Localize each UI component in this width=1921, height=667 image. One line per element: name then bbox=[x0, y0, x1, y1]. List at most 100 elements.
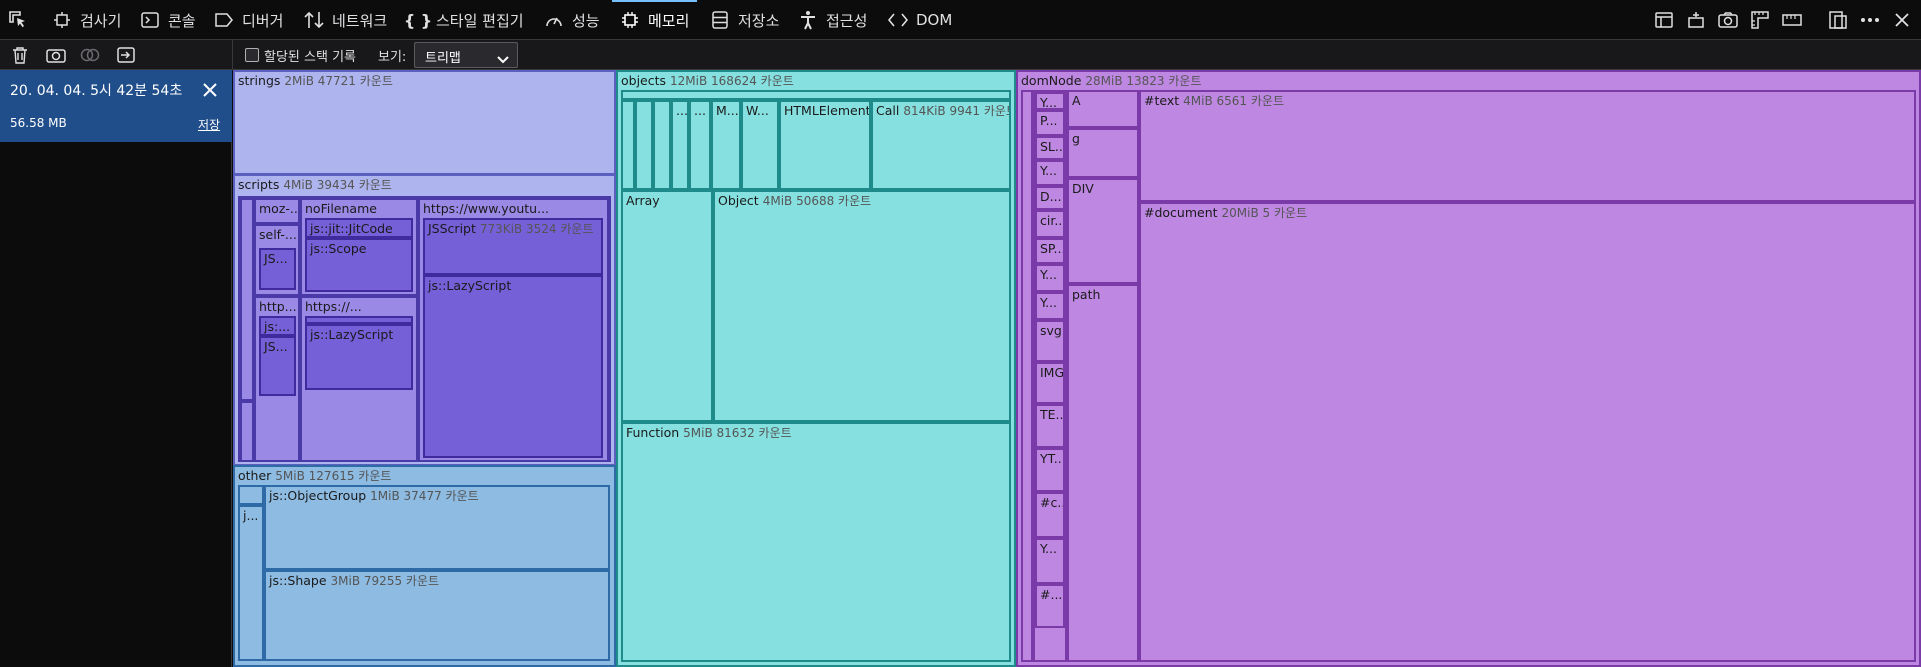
treemap-node-small[interactable] bbox=[1021, 90, 1033, 662]
treemap-node-scripts[interactable]: scripts 4MiB 39434 카운트 moz-... self-... … bbox=[233, 174, 616, 466]
close-icon[interactable] bbox=[202, 82, 218, 102]
treemap-node-small-dom[interactable]: YT... bbox=[1035, 448, 1065, 492]
treemap-node-path[interactable]: path bbox=[1067, 284, 1139, 662]
treemap-node-other[interactable]: other 5MiB 127615 카운트 j... js::ObjectGro… bbox=[233, 465, 616, 667]
treemap-node-small-dom[interactable]: Y... bbox=[1035, 160, 1065, 186]
treemap-node-small[interactable] bbox=[621, 100, 635, 190]
treemap-node-objects[interactable]: objects 12MiB 168624 카운트 ... ... M... W.… bbox=[616, 70, 1016, 667]
tab-label: 디버거 bbox=[242, 11, 284, 30]
treemap-node-scope[interactable]: js::Scope bbox=[305, 238, 413, 292]
treemap-node-small-dom[interactable]: svg bbox=[1035, 320, 1065, 362]
treemap-node-small-dom[interactable]: #... bbox=[1035, 584, 1065, 628]
treemap-node-lazyscript[interactable]: js::LazyScript bbox=[305, 324, 413, 390]
treemap-node-lazyscript[interactable]: js::LazyScript bbox=[423, 275, 603, 458]
tiny-column[interactable] bbox=[240, 198, 254, 401]
treemap-node-self[interactable]: self-... JS... bbox=[254, 224, 300, 296]
treemap-node-shape[interactable]: js::Shape 3MiB 79255 카운트 bbox=[264, 570, 610, 661]
treemap-node-small-dom[interactable]: Y... bbox=[1035, 292, 1065, 320]
tab-style-editor[interactable]: { } 스타일 편집기 bbox=[404, 0, 524, 40]
record-stacks-checkbox[interactable] bbox=[245, 48, 259, 62]
treemap-node-small-dom[interactable]: D... bbox=[1035, 186, 1065, 210]
treemap-node-small[interactable] bbox=[238, 485, 264, 505]
chevron-down-icon bbox=[497, 50, 509, 69]
import-snapshot-icon[interactable] bbox=[116, 45, 136, 65]
treemap-node-document[interactable]: #document 20MiB 5 카운트 bbox=[1139, 202, 1916, 662]
treemap-node-self-js[interactable]: JS... bbox=[259, 248, 296, 290]
treemap-node-small[interactable] bbox=[305, 316, 413, 324]
treemap-node-j[interactable]: j... bbox=[238, 505, 264, 661]
screenshot-icon[interactable] bbox=[1718, 10, 1738, 30]
tab-performance[interactable]: 성능 bbox=[544, 0, 600, 40]
treemap-node-a[interactable]: A bbox=[1067, 90, 1139, 128]
tab-debugger[interactable]: 디버거 bbox=[214, 0, 283, 40]
treemap-node-text[interactable]: #text 4MiB 6561 카운트 bbox=[1139, 90, 1916, 202]
treemap-node-moz[interactable]: moz-... bbox=[254, 198, 300, 224]
treemap-node-nofilename[interactable]: noFilename js::jit::JitCode js::Scope bbox=[300, 198, 418, 296]
treemap-node-div[interactable]: DIV bbox=[1067, 178, 1139, 284]
treemap-node-m[interactable]: M... bbox=[711, 100, 741, 190]
frame-select-icon[interactable] bbox=[1654, 10, 1674, 30]
treemap-node-object[interactable]: Object 4MiB 50688 카운트 bbox=[713, 190, 1011, 422]
tab-dom[interactable]: DOM bbox=[888, 0, 952, 40]
treemap-node-domnode[interactable]: domNode 28MiB 13823 카운트 Y... P... SL... Y..… bbox=[1016, 70, 1921, 667]
measure-icon[interactable] bbox=[1782, 10, 1802, 30]
treemap-node-https-short[interactable]: https://... js::LazyScript bbox=[300, 296, 418, 460]
tab-accessibility[interactable]: 접근성 bbox=[798, 0, 867, 40]
treemap-node-small-dom[interactable]: Y... bbox=[1035, 538, 1065, 584]
performance-icon bbox=[544, 10, 564, 30]
treemap-node-small-dom[interactable]: SP... bbox=[1035, 238, 1065, 264]
treemap-node-jitcode[interactable]: js::jit::JitCode bbox=[305, 218, 413, 238]
tab-inspector[interactable]: 검사기 bbox=[52, 0, 121, 40]
treemap-node-small-dom[interactable]: cir... bbox=[1035, 210, 1065, 238]
treemap-node-small-dom[interactable]: #c... bbox=[1035, 492, 1065, 538]
treemap-node-dots[interactable]: ... bbox=[689, 100, 711, 190]
take-snapshot-icon[interactable] bbox=[46, 45, 66, 65]
trash-icon[interactable] bbox=[10, 45, 30, 65]
treemap-node-small[interactable] bbox=[635, 100, 653, 190]
tab-storage[interactable]: 저장소 bbox=[710, 0, 779, 40]
treemap-node-http-js1[interactable]: js:... bbox=[259, 316, 296, 336]
treemap-node-small-dom[interactable]: IMG bbox=[1035, 362, 1065, 404]
treemap-node-w[interactable]: W... bbox=[741, 100, 779, 190]
rulers-icon[interactable] bbox=[1750, 10, 1770, 30]
node-label: Y... bbox=[1040, 95, 1058, 110]
treemap-node-dots[interactable]: ... bbox=[671, 100, 689, 190]
tiny-column[interactable] bbox=[240, 401, 254, 460]
treemap-node-youtube[interactable]: https://www.youtu... JSScript 773KiB 352… bbox=[418, 198, 609, 460]
treemap-node-function[interactable]: Function 5MiB 81632 카운트 bbox=[621, 422, 1011, 662]
treemap-node-objectgroup[interactable]: js::ObjectGroup 1MiB 37477 카운트 bbox=[264, 485, 610, 570]
treemap-node-small-dom[interactable]: TE... bbox=[1035, 404, 1065, 448]
node-label: strings 2MiB 47721 카운트 bbox=[238, 73, 393, 88]
tab-console[interactable]: 콘솔 bbox=[140, 0, 196, 40]
dock-side-icon[interactable] bbox=[1828, 10, 1848, 30]
node-label: #... bbox=[1040, 587, 1063, 602]
treemap-node-strip[interactable] bbox=[621, 90, 1011, 100]
treemap-node-small-dom[interactable]: Y... bbox=[1035, 92, 1065, 110]
treemap-node-small[interactable] bbox=[653, 100, 671, 190]
tab-memory[interactable]: 메모리 bbox=[611, 0, 698, 40]
diff-snapshots-icon[interactable] bbox=[80, 45, 100, 65]
treemap-node-strings[interactable]: strings 2MiB 47721 카운트 bbox=[233, 70, 616, 175]
view-select[interactable]: 트리맵 bbox=[414, 42, 518, 68]
element-picker-icon[interactable] bbox=[8, 10, 28, 30]
snapshot-item[interactable]: 20. 04. 04. 5시 42분 54초 56.58 MB 저장 bbox=[0, 70, 232, 142]
tab-network[interactable]: 네트워크 bbox=[304, 0, 387, 40]
treemap-node-jsscript[interactable]: JSScript 773KiB 3524 카운트 bbox=[423, 218, 603, 275]
close-icon[interactable] bbox=[1892, 10, 1912, 30]
responsive-design-icon[interactable] bbox=[1686, 10, 1706, 30]
save-link[interactable]: 저장 bbox=[198, 116, 220, 133]
tab-label: 메모리 bbox=[648, 11, 690, 30]
treemap-node-small-dom[interactable]: SL... bbox=[1035, 136, 1065, 160]
memory-icon bbox=[620, 10, 640, 30]
more-options-icon[interactable] bbox=[1860, 10, 1880, 30]
treemap-node-g[interactable]: g bbox=[1067, 128, 1139, 178]
treemap-node-htmlelement[interactable]: HTMLElement bbox=[779, 100, 871, 190]
node-label: Y... bbox=[1040, 541, 1058, 556]
treemap-node-http-js2[interactable]: JS... bbox=[259, 336, 296, 396]
treemap-node-http[interactable]: http... js:... JS... bbox=[254, 296, 300, 460]
node-label: other 5MiB 127615 카운트 bbox=[238, 468, 392, 483]
treemap-node-array[interactable]: Array bbox=[621, 190, 713, 422]
treemap-node-call[interactable]: Call 814KiB 9941 카운트 bbox=[871, 100, 1011, 190]
treemap-node-small-dom[interactable]: P... bbox=[1035, 110, 1065, 136]
treemap-node-small-dom[interactable]: Y... bbox=[1035, 264, 1065, 292]
